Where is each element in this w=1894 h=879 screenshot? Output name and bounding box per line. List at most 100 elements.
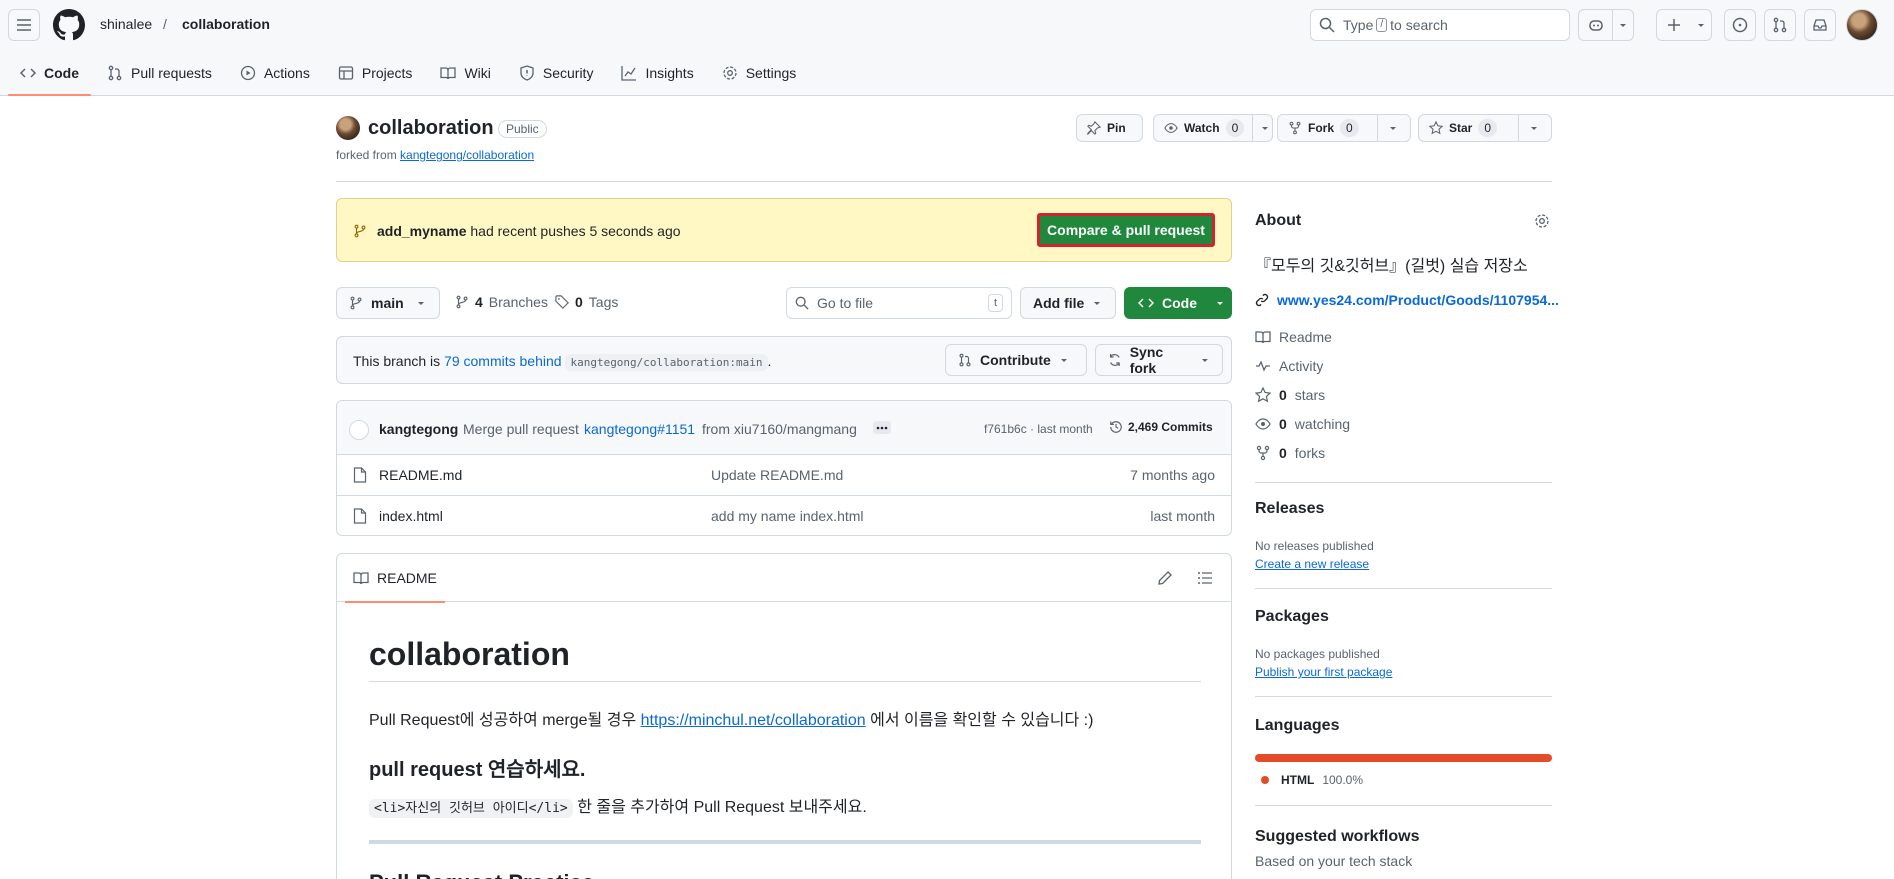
forks-link[interactable]: 0 forks [1255, 445, 1325, 461]
chevron-down-icon [1202, 359, 1209, 362]
commit-author[interactable]: kangtegong [379, 421, 458, 437]
tags-count: 0 [575, 294, 583, 310]
gear-icon [723, 66, 737, 80]
chevron-down-icon [1217, 302, 1223, 305]
readme-link[interactable]: Readme [1255, 329, 1332, 345]
repo-name[interactable]: collaboration [368, 117, 494, 140]
copilot-dropdown-icon[interactable] [1613, 10, 1633, 40]
star-button[interactable]: Star 0 [1418, 114, 1552, 142]
tab-projects[interactable]: Projects [326, 56, 425, 90]
tab-settings[interactable]: Settings [710, 56, 809, 90]
user-avatar[interactable] [1846, 9, 1878, 41]
create-release-link[interactable]: Create a new release [1255, 557, 1369, 571]
table-row[interactable]: README.md Update README.md 7 months ago [337, 455, 1231, 496]
tags-link[interactable]: 0 Tags [555, 294, 618, 310]
language-html[interactable]: HTML 100.0% [1255, 773, 1363, 787]
star-icon [1429, 121, 1443, 135]
github-logo-icon[interactable] [53, 9, 85, 41]
star-dropdown[interactable] [1519, 115, 1549, 141]
sync-fork-button[interactable]: Sync fork [1095, 344, 1223, 376]
pin-button[interactable]: Pin [1076, 114, 1143, 142]
sidebar-divider [1255, 696, 1552, 697]
tab-pull-requests[interactable]: Pull requests [95, 56, 224, 90]
code-icon [1138, 298, 1154, 308]
stars-link[interactable]: 0 stars [1255, 387, 1325, 403]
commit-message-suffix[interactable]: from xiu7160/mangmang [702, 421, 857, 437]
go-to-file-input[interactable]: Go to file t [786, 287, 1012, 319]
breadcrumb-repo[interactable]: collaboration [182, 16, 270, 32]
menu-button[interactable] [8, 9, 40, 41]
website-link[interactable]: www.yes24.com/Product/Goods/1107954... [1277, 292, 1559, 308]
tab-actions[interactable]: Actions [228, 56, 322, 90]
compare-pull-request-button[interactable]: Compare & pull request [1037, 213, 1215, 247]
tab-insights[interactable]: Insights [609, 56, 705, 90]
copilot-button[interactable] [1578, 9, 1634, 41]
table-icon [338, 66, 354, 80]
git-branch-icon [456, 295, 468, 309]
readme-tab[interactable]: README [345, 554, 445, 603]
visibility-badge: Public [498, 120, 547, 138]
git-branch-icon [350, 296, 362, 310]
tab-security[interactable]: Security [507, 56, 606, 90]
create-new-button[interactable] [1656, 9, 1712, 41]
file-name[interactable]: index.html [379, 508, 443, 524]
owner-avatar[interactable] [336, 116, 360, 140]
pushed-branch-name[interactable]: add_myname [377, 223, 466, 239]
forked-from-link[interactable]: kangtegong/collaboration [400, 148, 534, 162]
gear-icon [1535, 214, 1549, 228]
commit-message-prefix[interactable]: Merge pull request [463, 421, 579, 437]
shield-icon [520, 65, 534, 81]
watch-button[interactable]: Watch 0 [1153, 114, 1273, 142]
readme-link-label: Readme [1279, 329, 1332, 345]
issues-button[interactable] [1724, 9, 1756, 41]
recent-push-banner: add_myname had recent pushes 5 seconds a… [336, 198, 1232, 262]
plus-icon [1657, 10, 1691, 40]
watching-link[interactable]: 0 watching [1255, 416, 1350, 432]
commit-sha-time[interactable]: f761b6c · last month [984, 422, 1093, 436]
code-button[interactable]: Code [1124, 287, 1232, 319]
tab-label: Security [542, 65, 594, 81]
add-file-button[interactable]: Add file [1020, 287, 1116, 319]
tab-label: Wiki [464, 65, 491, 81]
tab-wiki[interactable]: Wiki [428, 56, 502, 90]
tab-code[interactable]: Code [8, 56, 91, 96]
branches-label: Branches [488, 294, 548, 310]
copilot-icon[interactable] [1579, 10, 1613, 40]
commit-pr-link[interactable]: kangtegong#1151 [584, 421, 695, 437]
global-search-input[interactable]: Type / to search [1310, 9, 1570, 41]
pulse-icon [1256, 360, 1270, 372]
activity-link[interactable]: Activity [1255, 358, 1323, 374]
contribute-button[interactable]: Contribute [945, 344, 1087, 376]
table-row[interactable]: index.html add my name index.html last m… [337, 496, 1231, 535]
packages-heading[interactable]: Packages [1255, 608, 1329, 626]
publish-package-link[interactable]: Publish your first package [1255, 665, 1392, 679]
fork-button[interactable]: Fork 0 [1277, 114, 1411, 142]
pull-requests-button[interactable] [1764, 9, 1796, 41]
fork-count: 0 [1340, 119, 1359, 137]
commits-behind-link[interactable]: 79 commits behind [444, 353, 562, 369]
expand-commit-button[interactable] [873, 421, 891, 434]
watch-dropdown[interactable] [1253, 115, 1277, 141]
readme-collaboration-link[interactable]: https://minchul.net/collaboration [641, 712, 866, 729]
edit-readme-button[interactable] [1157, 570, 1173, 586]
file-commit-message[interactable]: add my name index.html [711, 508, 864, 524]
about-heading: About [1255, 212, 1302, 229]
book-icon [440, 67, 457, 80]
fork-dropdown[interactable] [1378, 115, 1408, 141]
star-icon [1255, 387, 1271, 403]
commits-history-link[interactable]: 2,469 Commits [1109, 420, 1213, 434]
branches-link[interactable]: 4 Branches [455, 294, 548, 310]
outline-button[interactable] [1197, 570, 1213, 586]
file-commit-message[interactable]: Update README.md [711, 467, 843, 483]
go-to-file-shortcut: t [987, 294, 1003, 312]
breadcrumb-owner[interactable]: shinalee [100, 16, 152, 32]
file-name[interactable]: README.md [379, 467, 462, 483]
link-icon [1255, 293, 1269, 307]
branch-selector[interactable]: main [336, 287, 440, 319]
readme-p2-suffix: 한 줄을 추가하여 Pull Request 보내주세요. [577, 799, 867, 816]
commit-author-avatar[interactable] [349, 420, 369, 440]
chevron-down-icon [1531, 127, 1537, 130]
edit-about-button[interactable] [1534, 213, 1550, 229]
inbox-button[interactable] [1804, 9, 1836, 41]
releases-heading[interactable]: Releases [1255, 500, 1324, 518]
